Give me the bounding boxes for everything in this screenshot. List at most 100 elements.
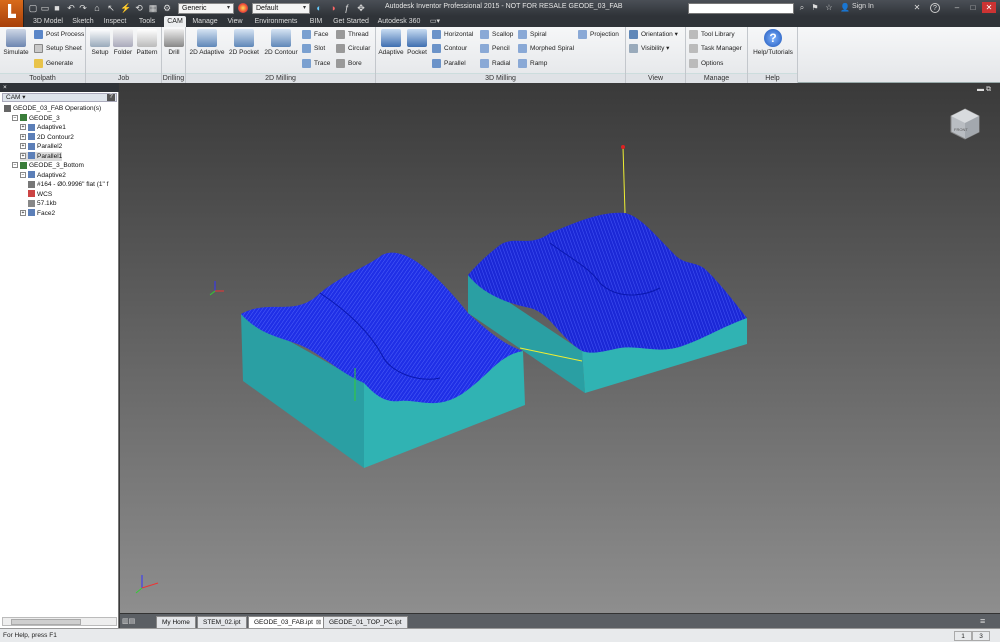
bore-button[interactable]: Bore — [336, 58, 362, 69]
expand-icon[interactable]: + — [20, 143, 26, 150]
tree-node[interactable]: − GEODE_3_Bottom — [12, 161, 84, 170]
tab-sketch[interactable]: Sketch — [70, 16, 96, 27]
tree-node[interactable]: + Adaptive1 — [20, 123, 66, 132]
maximize-button[interactable]: □ — [966, 2, 980, 13]
appearance-icon[interactable] — [238, 3, 248, 13]
orientation-dropdown[interactable]: Orientation ▾ — [629, 29, 678, 40]
2d-adaptive-button[interactable]: 2D Adaptive — [188, 29, 226, 56]
ribbon-options-icon[interactable]: ▭▾ — [426, 16, 444, 27]
tree-node[interactable]: + Face2 — [20, 209, 55, 218]
adaptive-button[interactable]: Adaptive — [378, 29, 404, 56]
browser-close-icon[interactable]: × — [3, 84, 7, 91]
tab-environments[interactable]: Environments — [250, 16, 302, 27]
visibility-dropdown[interactable]: Visibility ▾ — [629, 43, 669, 54]
tab-get-started[interactable]: Get Started — [330, 16, 372, 27]
tab-view[interactable]: View — [224, 16, 246, 27]
tree-node[interactable]: 57.1kb — [28, 199, 57, 208]
search-icon[interactable]: ⌕ — [797, 3, 807, 13]
document-tab[interactable]: GEODE_03_FAB.ipt ⊠ — [248, 616, 328, 628]
2d-pocket-button[interactable]: 2D Pocket — [227, 29, 261, 56]
document-tab[interactable]: GEODE_01_TOP_PC.ipt — [323, 616, 408, 628]
2d-contour-button[interactable]: 2D Contour — [263, 29, 299, 56]
help-tutorials-button[interactable]: ? Help/Tutorials — [751, 29, 795, 56]
settings-icon[interactable]: ⚙ — [162, 3, 172, 13]
folder-button[interactable]: Folder — [113, 29, 133, 56]
favorites-icon[interactable]: ☆ — [824, 3, 834, 13]
spiral-button[interactable]: Spiral — [518, 29, 547, 40]
update-icon[interactable]: ⚡ — [120, 3, 131, 13]
projection-button[interactable]: Projection — [578, 29, 619, 40]
circular-button[interactable]: Circular — [336, 43, 370, 54]
expand-icon[interactable]: + — [20, 124, 26, 131]
simulate-button[interactable]: Simulate — [3, 29, 29, 56]
minimize-button[interactable]: – — [950, 2, 964, 13]
exchange-icon[interactable]: ✕ — [912, 3, 922, 13]
horizontal-button[interactable]: Horizontal — [432, 29, 473, 40]
tree-node[interactable]: +2D Contour2 — [20, 133, 74, 142]
tab-cam[interactable]: CAM — [164, 16, 186, 27]
generate-button[interactable]: Generate — [34, 58, 73, 69]
task-manager-button[interactable]: Task Manager — [689, 43, 742, 54]
expand-icon[interactable]: + — [20, 152, 26, 159]
tree-node[interactable]: − Adaptive2 — [20, 171, 66, 180]
tree-node[interactable]: #164 - Ø0.9996" flat (1" f — [28, 180, 108, 189]
slot-button[interactable]: Slot — [302, 43, 325, 54]
collapse-icon[interactable]: − — [12, 162, 18, 169]
browser-help-icon[interactable]: ? — [107, 94, 115, 101]
project-icon[interactable]: ▦ — [148, 3, 158, 13]
thread-button[interactable]: Thread — [336, 29, 369, 40]
tab-autodesk-360[interactable]: Autodesk 360 — [376, 16, 422, 27]
tab-3d-model[interactable]: 3D Model — [30, 16, 66, 27]
tree-node[interactable]: + Parallel2 — [20, 142, 62, 151]
graphics-viewport[interactable]: FRONT ▬ ⧉ — [120, 83, 1000, 613]
setup-sheet-button[interactable]: Setup Sheet — [34, 43, 82, 54]
cam-dropdown[interactable]: CAM ▾? — [2, 93, 117, 102]
subscription-icon[interactable]: ⚑ — [810, 3, 820, 13]
home-icon[interactable]: ⌂ — [92, 3, 102, 13]
appearance-combo[interactable]: Default ▾ — [252, 3, 310, 14]
pattern-button[interactable]: Pattern — [135, 29, 159, 56]
tree-node[interactable]: − GEODE_3 — [12, 114, 60, 123]
horizontal-scrollbar[interactable] — [2, 617, 117, 626]
search-input[interactable] — [688, 3, 794, 14]
drill-button[interactable]: Drill — [164, 29, 184, 56]
post-process-button[interactable]: Post Process — [34, 29, 84, 40]
open-file-icon[interactable]: ▭ — [40, 3, 50, 13]
close-tab-icon[interactable]: ⊠ — [316, 619, 321, 626]
tool-library-button[interactable]: Tool Library — [689, 29, 735, 40]
clear-appearance-icon[interactable]: ◐ — [314, 3, 324, 13]
expand-icon[interactable]: + — [20, 133, 26, 140]
select-icon[interactable]: ↖ — [106, 3, 116, 13]
adjust-icon[interactable]: ◑ — [328, 3, 338, 13]
radial-button[interactable]: Radial — [480, 58, 510, 69]
collapse-icon[interactable]: − — [20, 171, 26, 178]
document-tab[interactable]: STEM_02.ipt — [197, 616, 247, 628]
tree-node[interactable]: GEODE_03_FAB Operation(s) — [4, 104, 101, 113]
contour-button[interactable]: Contour — [432, 43, 467, 54]
tree-node[interactable]: + Parallel1 — [20, 151, 63, 161]
move-icon[interactable]: ✥ — [356, 3, 366, 13]
options-button[interactable]: Options — [689, 58, 723, 69]
tile-windows-icon[interactable]: ▥▤ — [122, 617, 135, 625]
trace-button[interactable]: Trace — [302, 58, 330, 69]
tab-tools[interactable]: Tools — [134, 16, 160, 27]
expand-icon[interactable]: + — [20, 209, 26, 216]
ramp-button[interactable]: Ramp — [518, 58, 547, 69]
undo-icon[interactable]: ↶ — [66, 3, 76, 13]
help-icon[interactable]: ? — [930, 3, 940, 13]
application-menu-button[interactable] — [0, 0, 24, 27]
return-icon[interactable]: ⟲ — [134, 3, 144, 13]
tab-bim[interactable]: BIM — [306, 16, 326, 27]
pocket-button[interactable]: Pocket — [406, 29, 428, 56]
parallel-button[interactable]: Parallel — [432, 58, 466, 69]
save-icon[interactable]: ■ — [52, 3, 62, 13]
close-button[interactable]: ✕ — [982, 2, 996, 13]
tab-menu-icon[interactable]: ≡ — [980, 616, 985, 626]
document-tab[interactable]: My Home — [156, 616, 196, 628]
viewcube-icon[interactable]: FRONT — [948, 107, 982, 141]
setup-button[interactable]: Setup — [89, 29, 111, 56]
material-combo[interactable]: Generic ▾ — [178, 3, 234, 14]
face-button[interactable]: Face — [302, 29, 328, 40]
morphed-spiral-button[interactable]: Morphed Spiral — [518, 43, 574, 54]
fx-icon[interactable]: ƒ — [342, 3, 352, 13]
